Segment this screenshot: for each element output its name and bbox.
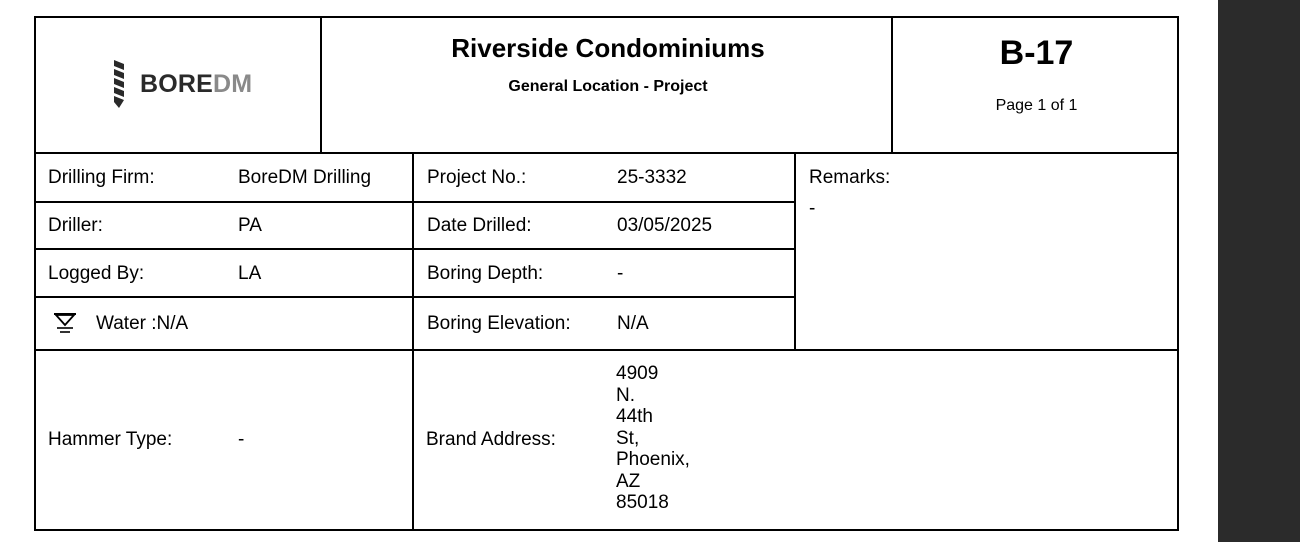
date-drilled-value: 03/05/2025 — [617, 215, 713, 236]
address-line: AZ — [616, 470, 641, 492]
brand-address-value: 4909 N. 44th St, Phoenix, AZ 85018 — [616, 363, 690, 514]
logo-cell: BOREDM — [36, 18, 322, 152]
logo-text-bore: BORE — [140, 69, 214, 98]
boring-log-sheet: BOREDM Riverside Condominiums General Lo… — [34, 16, 1179, 531]
address-line: N. — [616, 384, 635, 406]
logo-text-dm: DM — [213, 69, 253, 98]
company-logo: BOREDM — [112, 60, 252, 108]
address-line: Phoenix, — [616, 449, 690, 470]
driller-value: PA — [238, 215, 262, 236]
drilling-firm-value: BoreDM Drilling — [238, 167, 372, 188]
boring-id: B-17 — [999, 34, 1074, 72]
water-level-icon — [53, 313, 77, 333]
water-label: Water :N/A — [96, 313, 189, 334]
logged-by-value: LA — [238, 263, 262, 284]
driller-label: Driller: — [48, 215, 103, 236]
project-no-value: 25-3332 — [617, 167, 687, 188]
header-block: BOREDM Riverside Condominiums General Lo… — [34, 16, 1179, 154]
date-drilled-label: Date Drilled: — [427, 215, 532, 236]
remarks-value: - — [809, 198, 816, 219]
boring-id-cell: B-17 Page 1 of 1 — [894, 18, 1179, 152]
title-cell: Riverside Condominiums General Location … — [324, 18, 892, 152]
hammer-type-label: Hammer Type: — [48, 429, 173, 450]
page-number: Page 1 of 1 — [995, 97, 1078, 114]
boring-elevation-label: Boring Elevation: — [427, 313, 571, 334]
address-line: 85018 — [616, 492, 669, 513]
side-panel — [1218, 0, 1300, 542]
remarks-label: Remarks: — [809, 167, 891, 188]
address-line: St, — [616, 427, 640, 449]
project-no-label: Project No.: — [427, 167, 527, 188]
boring-depth-value: - — [617, 263, 624, 284]
address-line: 4909 — [616, 363, 659, 384]
logo-text: BOREDM — [140, 70, 252, 99]
drilling-firm-label: Drilling Firm: — [48, 167, 155, 188]
boring-elevation-value: N/A — [617, 313, 649, 334]
drill-bit-icon — [114, 60, 124, 108]
boring-depth-label: Boring Depth: — [427, 263, 544, 284]
address-line: 44th — [616, 406, 653, 427]
logged-by-label: Logged By: — [48, 263, 145, 284]
project-title: Riverside Condominiums — [451, 33, 765, 63]
project-subtitle: General Location - Project — [508, 78, 708, 95]
brand-address-label: Brand Address: — [426, 429, 556, 450]
hammer-type-value: - — [238, 429, 245, 450]
